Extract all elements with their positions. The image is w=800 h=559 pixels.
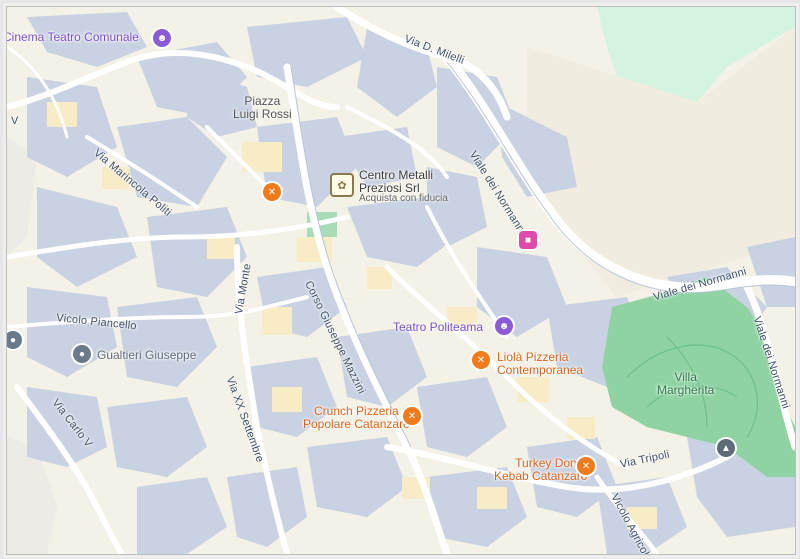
poi-label-teatro-politeama[interactable]: Teatro Politeama bbox=[393, 321, 483, 334]
street-label-left-edge: V bbox=[11, 115, 19, 127]
poi-label-cinema-teatro-comunale[interactable]: Cinema Teatro Comunale bbox=[7, 31, 139, 44]
place-label-piazza-luigi-rossi[interactable]: Piazza Luigi Rossi bbox=[233, 95, 292, 121]
theater-masks-icon[interactable]: ☻ bbox=[153, 29, 171, 47]
poi-label-liola-pizzeria[interactable]: Liolà Pizzeria Contemporanea bbox=[497, 351, 583, 377]
poi-label-centro-metalli[interactable]: Centro Metalli Preziosi Srl bbox=[359, 169, 433, 195]
poi-label-liola-line-2: Contemporanea bbox=[497, 363, 584, 377]
park-label-line-2: Margherita bbox=[657, 383, 715, 397]
map-frame: Via D. Milelli Viale dei Normanni Viale … bbox=[6, 6, 796, 555]
poi-label-turkey-line-2: Kebab Catanzaro bbox=[494, 469, 588, 483]
poi-label-crunch-pizzeria[interactable]: Crunch Pizzeria Popolare Catanzaro bbox=[303, 405, 410, 431]
poi-sublabel-centro-metalli: Acquista con fiducia bbox=[359, 193, 448, 204]
place-pin-icon[interactable]: ● bbox=[73, 345, 91, 363]
map-canvas[interactable] bbox=[7, 7, 795, 554]
bed-icon[interactable]: ■ bbox=[519, 231, 537, 249]
theater-masks-icon[interactable]: ☻ bbox=[495, 317, 513, 335]
fork-knife-icon[interactable]: ✕ bbox=[472, 351, 490, 369]
shop-logo-icon[interactable]: ✿ bbox=[330, 173, 354, 197]
poi-label-crunch-line-2: Popolare Catanzaro bbox=[303, 417, 410, 431]
place-label-villa-margherita[interactable]: Villa Margherita bbox=[657, 371, 714, 397]
fork-knife-icon[interactable]: ✕ bbox=[403, 407, 421, 425]
place-label-line-2: Luigi Rossi bbox=[233, 107, 292, 121]
poi-label-turkey-doner[interactable]: Turkey Doner Kebab Catanzaro bbox=[494, 457, 587, 483]
fork-knife-icon[interactable]: ✕ bbox=[577, 457, 595, 475]
fork-knife-icon[interactable]: ✕ bbox=[263, 183, 281, 201]
poi-label-gualtieri-giuseppe[interactable]: Gualtieri Giuseppe bbox=[97, 349, 196, 362]
graduation-cap-icon[interactable]: ▲ bbox=[717, 439, 735, 457]
